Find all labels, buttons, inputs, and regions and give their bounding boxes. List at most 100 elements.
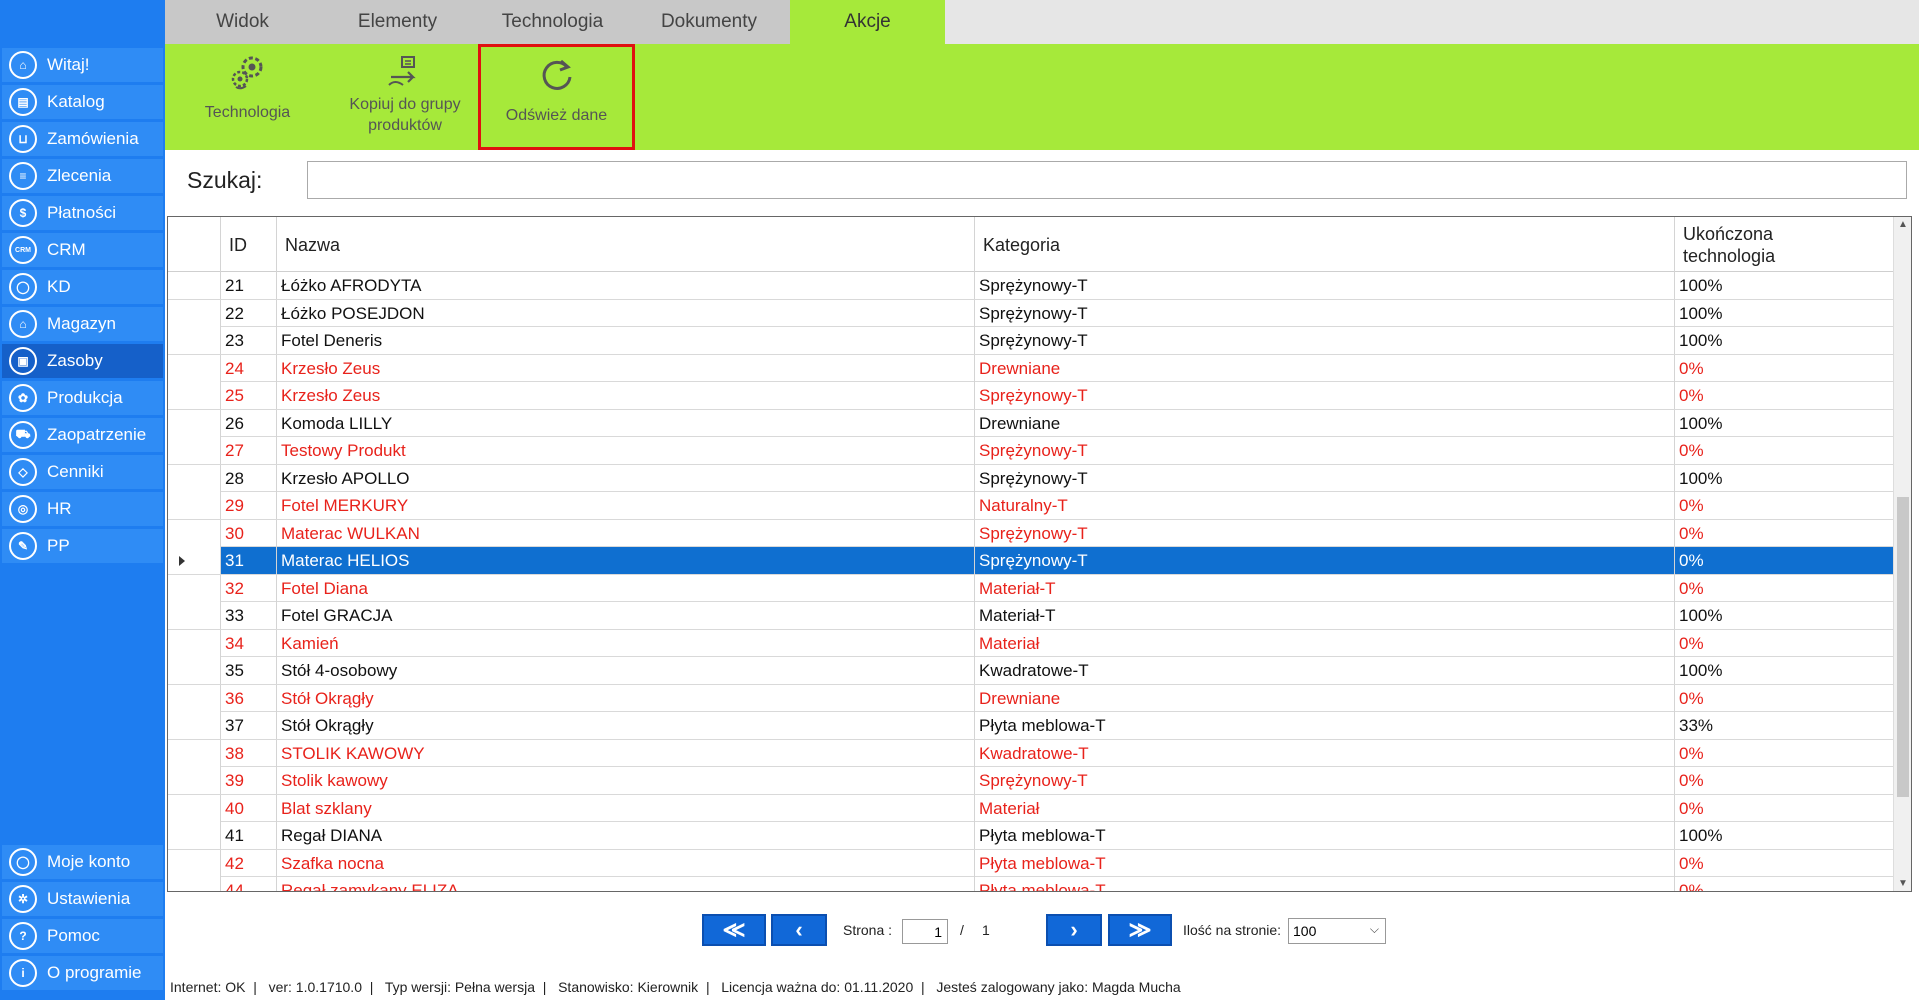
table-row[interactable]: 27 Testowy Produkt Sprężynowy-T 0%	[168, 437, 1894, 465]
scroll-down-icon[interactable]: ▼	[1898, 878, 1908, 889]
header-ukonczona[interactable]: Ukończona technologia	[1674, 217, 1894, 272]
sidebar-item-7[interactable]: ⌂ Magazyn	[2, 307, 163, 341]
sidebar-item-9[interactable]: ✿ Produkcja	[2, 381, 163, 415]
row-header[interactable]	[168, 272, 220, 299]
row-header[interactable]	[168, 877, 220, 891]
table-row[interactable]: 33 Fotel GRACJA Materiał-T 100%	[168, 602, 1894, 630]
row-header[interactable]	[168, 822, 220, 849]
sidebar-item-4[interactable]: $ Płatności	[2, 196, 163, 230]
page-input[interactable]	[902, 919, 948, 944]
table-row[interactable]: 21 Łóżko AFRODYTA Sprężynowy-T 100%	[168, 272, 1894, 300]
sidebar-bottom-item-3[interactable]: i O programie	[2, 956, 163, 990]
row-header[interactable]	[168, 684, 220, 712]
table-row[interactable]: 28 Krzesło APOLLO Sprężynowy-T 100%	[168, 464, 1894, 492]
table-row[interactable]: 25 Krzesło Zeus Sprężynowy-T 0%	[168, 382, 1894, 410]
table-row[interactable]: 29 Fotel MERKURY Naturalny-T 0%	[168, 492, 1894, 520]
row-header[interactable]	[168, 547, 220, 574]
vertical-scrollbar[interactable]: ▲ ▼	[1893, 217, 1911, 891]
table-row[interactable]: 26 Komoda LILLY Drewniane 100%	[168, 409, 1894, 437]
row-header[interactable]	[168, 849, 220, 877]
row-header[interactable]	[168, 464, 220, 492]
table-row[interactable]: 37 Stół Okrągły Płyta meblowa-T 33%	[168, 712, 1894, 740]
table-row[interactable]: 36 Stół Okrągły Drewniane 0%	[168, 684, 1894, 712]
row-header[interactable]	[168, 354, 220, 382]
sidebar-item-10[interactable]: ⛟ Zaopatrzenie	[2, 418, 163, 452]
scroll-up-icon[interactable]: ▲	[1898, 219, 1908, 230]
cell-id: 24	[220, 354, 276, 382]
table-row[interactable]: 41 Regał DIANA Płyta meblowa-T 100%	[168, 822, 1894, 850]
table-row[interactable]: 30 Materac WULKAN Sprężynowy-T 0%	[168, 519, 1894, 547]
cell-ukonczona: 100%	[1674, 272, 1894, 299]
first-page-button[interactable]: ≪	[702, 914, 766, 946]
row-header[interactable]	[168, 382, 220, 409]
sidebar-bottom-item-1[interactable]: ✲ Ustawienia	[2, 882, 163, 916]
table-row[interactable]: 22 Łóżko POSEJDON Sprężynowy-T 100%	[168, 299, 1894, 327]
sidebar-item-0[interactable]: ⌂ Witaj!	[2, 48, 163, 82]
row-header[interactable]	[168, 767, 220, 794]
sidebar-item-8[interactable]: ▣ Zasoby	[2, 344, 163, 378]
tab-dokumenty[interactable]: Dokumenty	[630, 0, 788, 44]
technologia-label: Technologia	[204, 104, 291, 121]
row-header[interactable]	[168, 574, 220, 602]
table-row[interactable]: 24 Krzesło Zeus Drewniane 0%	[168, 354, 1894, 382]
row-header[interactable]	[168, 712, 220, 739]
sidebar-item-label: O programie	[47, 963, 142, 982]
sidebar-item-5[interactable]: CRM CRM	[2, 233, 163, 267]
table-row[interactable]: 31 Materac HELIOS Sprężynowy-T 0%	[168, 547, 1894, 575]
tab-akcje[interactable]: Akcje	[790, 0, 945, 44]
row-header[interactable]	[168, 437, 220, 464]
sidebar-item-6[interactable]: ◯ KD	[2, 270, 163, 304]
kopiuj-button[interactable]: Kopiuj do grupy produktów	[330, 44, 480, 150]
grid-header: ID Nazwa Kategoria Ukończona technologia	[168, 217, 1894, 272]
sidebar-item-11[interactable]: ◇ Cenniki	[2, 455, 163, 489]
header-nazwa[interactable]: Nazwa	[276, 217, 974, 272]
previous-page-button[interactable]: ‹	[771, 914, 827, 946]
scroll-thumb[interactable]	[1897, 497, 1909, 797]
sidebar-item-1[interactable]: ▤ Katalog	[2, 85, 163, 119]
tab-technologia[interactable]: Technologia	[475, 0, 630, 44]
table-row[interactable]: 23 Fotel Deneris Sprężynowy-T 100%	[168, 327, 1894, 355]
sidebar-item-12[interactable]: ◎ HR	[2, 492, 163, 526]
sidebar-bottom-item-0[interactable]: ◯ Moje konto	[2, 845, 163, 879]
cell-nazwa: Komoda LILLY	[276, 409, 974, 437]
table-row[interactable]: 38 STOLIK KAWOWY Kwadratowe-T 0%	[168, 739, 1894, 767]
row-header[interactable]	[168, 299, 220, 327]
row-header[interactable]	[168, 629, 220, 657]
technologia-button[interactable]: Technologia	[185, 44, 310, 150]
row-header[interactable]	[168, 739, 220, 767]
last-page-button[interactable]: ≫	[1108, 914, 1172, 946]
sidebar-item-label: Zaopatrzenie	[47, 425, 147, 444]
sidebar-item-2[interactable]: ⊔ Zamówienia	[2, 122, 163, 156]
cell-ukonczona: 0%	[1674, 574, 1894, 602]
header-kategoria[interactable]: Kategoria	[974, 217, 1674, 272]
cart-icon: ⊔	[9, 125, 37, 153]
table-row[interactable]: 40 Blat szklany Materiał 0%	[168, 794, 1894, 822]
odswiez-dane-button[interactable]: Odśwież dane	[478, 44, 635, 150]
crm-icon: CRM	[9, 236, 37, 264]
sidebar-bottom-item-2[interactable]: ? Pomoc	[2, 919, 163, 953]
sidebar-item-13[interactable]: ✎ PP	[2, 529, 163, 563]
cell-id: 27	[220, 437, 276, 464]
table-row[interactable]: 34 Kamień Materiał 0%	[168, 629, 1894, 657]
row-header[interactable]	[168, 794, 220, 822]
status-internet: Internet: OK	[170, 979, 246, 995]
per-page-select[interactable]: 100 ⌵	[1288, 918, 1386, 944]
table-row[interactable]: 44 Regał zamykany ELIZA Płyta meblowa-T 0%	[168, 877, 1894, 891]
row-header[interactable]	[168, 657, 220, 684]
table-row[interactable]: 42 Szafka nocna Płyta meblowa-T 0%	[168, 849, 1894, 877]
table-row[interactable]: 39 Stolik kawowy Sprężynowy-T 0%	[168, 767, 1894, 795]
row-header[interactable]	[168, 327, 220, 354]
double-chevron-right-icon: ≫	[1128, 917, 1152, 942]
table-row[interactable]: 32 Fotel Diana Materiał-T 0%	[168, 574, 1894, 602]
row-header[interactable]	[168, 409, 220, 437]
row-header[interactable]	[168, 492, 220, 519]
row-header[interactable]	[168, 519, 220, 547]
tab-widok[interactable]: Widok	[165, 0, 320, 44]
search-input[interactable]	[307, 161, 1907, 199]
table-row[interactable]: 35 Stół 4-osobowy Kwadratowe-T 100%	[168, 657, 1894, 685]
next-page-button[interactable]: ›	[1046, 914, 1102, 946]
tab-elementy[interactable]: Elementy	[320, 0, 475, 44]
row-header[interactable]	[168, 602, 220, 629]
sidebar-item-3[interactable]: ≡ Zlecenia	[2, 159, 163, 193]
header-id[interactable]: ID	[220, 217, 276, 272]
